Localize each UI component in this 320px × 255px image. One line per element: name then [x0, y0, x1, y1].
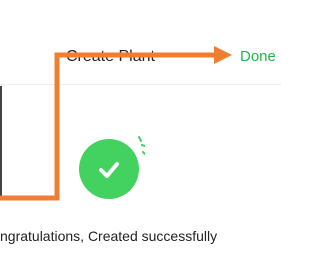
page-title: Create Plant — [66, 48, 155, 65]
left-edge-border — [0, 86, 2, 198]
done-button[interactable]: Done — [240, 48, 276, 65]
navbar: Create Plant Done — [0, 0, 281, 84]
sparkle-mark — [141, 144, 145, 147]
sparkle-mark — [142, 151, 145, 155]
sparkle-mark — [138, 136, 142, 142]
navbar-divider — [0, 84, 281, 85]
success-circle — [79, 139, 139, 199]
create-plant-screen: Create Plant Done ngratulations, Created… — [0, 0, 281, 255]
success-message: ngratulations, Created successfully — [0, 228, 218, 244]
success-check-icon — [79, 136, 145, 199]
